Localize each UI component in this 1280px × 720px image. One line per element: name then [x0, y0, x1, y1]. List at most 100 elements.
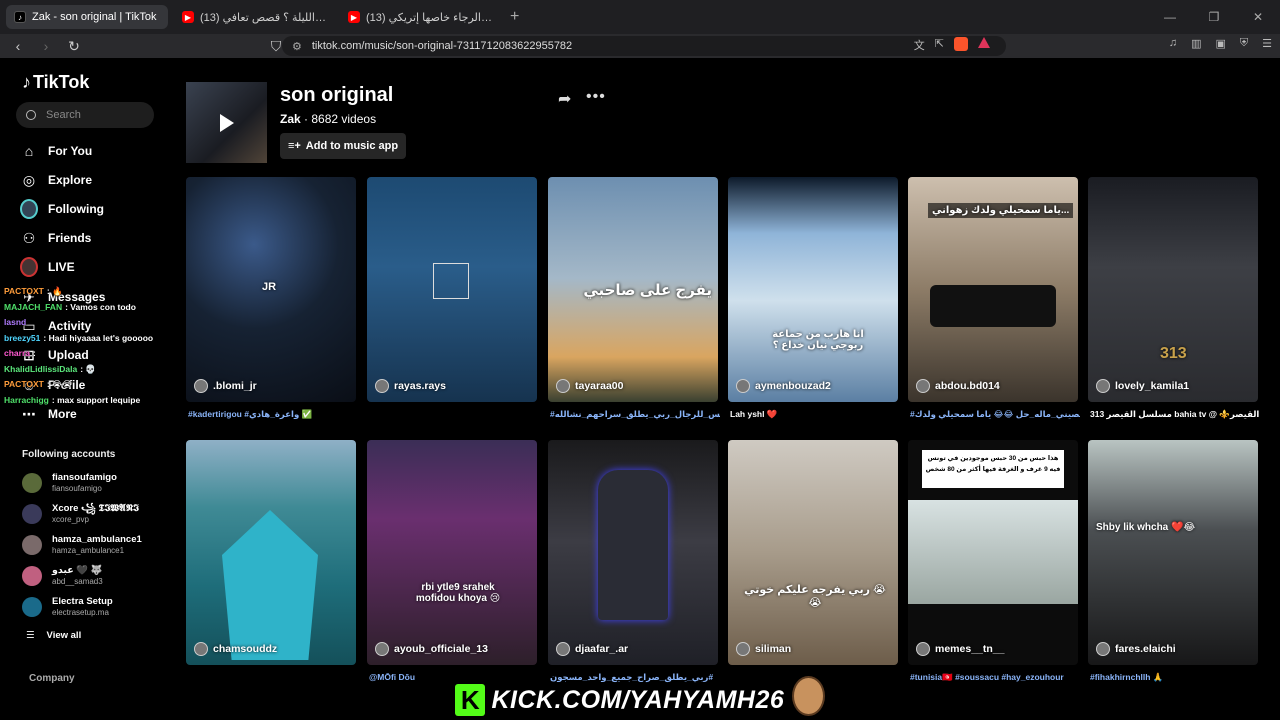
new-tab-button[interactable]: + [510, 8, 519, 26]
share-page-icon[interactable]: ⇱ [935, 37, 944, 53]
address-bar-row: ‹ › ↻ ⛉ ⚙ tiktok.com/music/son-original-… [0, 34, 1280, 58]
video-author[interactable]: rayas.rays [375, 379, 446, 393]
video-overlay-text: Shby lik whcha ❤️😂 [1096, 522, 1196, 533]
url-field[interactable]: ⚙ tiktok.com/music/son-original-73117120… [282, 36, 1006, 56]
video-author[interactable]: memes__tn__ [916, 642, 1004, 656]
video-card[interactable]: ياما سمحيلي ولدك زهواني... abdou.bd014 [908, 177, 1078, 402]
video-author[interactable]: fares.elaichi [1096, 642, 1176, 656]
video-card[interactable]: 313 lovely_kamila1 [1088, 177, 1258, 402]
video-card[interactable]: انا هارب من جماعة ربوجي نيان خداع ؟ ayme… [728, 177, 898, 402]
video-author[interactable]: abdou.bd014 [916, 379, 1000, 393]
video-card[interactable]: rayas.rays [367, 177, 537, 402]
tab-youtube-2[interactable]: ▶ (13) رضوان الحيمر: الرجاء خاصها إتريكي [340, 5, 500, 29]
maximize-button[interactable]: ❐ [1192, 10, 1236, 24]
sidebar-icon[interactable]: ▥ [1191, 37, 1201, 50]
tab-youtube-1[interactable]: ▶ (13) كيفاش تحبس الليلة ؟ قصص تعافي [174, 5, 334, 29]
avatar [22, 504, 42, 524]
tab-tiktok[interactable]: ♪ Zak - son original | TikTok [6, 5, 168, 29]
video-count: 8682 videos [311, 112, 377, 126]
site-settings-icon[interactable]: ⚙ [292, 40, 302, 53]
media-icon[interactable]: ♫ [1169, 37, 1177, 50]
caption-text: #الشعب_الصيني_ماله_حل 😂😂 ياما سمحيلي ولد… [910, 409, 1080, 419]
sidebar-item-following[interactable]: Following [20, 199, 104, 219]
video-author[interactable]: lovely_kamila1 [1096, 379, 1189, 393]
following-account[interactable]: Electra Setup electrasetup.ma [22, 596, 113, 618]
wallet-icon[interactable]: ▣ [1215, 37, 1225, 50]
video-caption[interactable]: #الحبس_للرجال_ربي_يطلق_سراحهم_نشالله ❤️ [550, 409, 720, 420]
video-card[interactable]: Shby lik whcha ❤️😂 fares.elaichi [1088, 440, 1258, 665]
video-author[interactable]: tayaraa00 [556, 379, 623, 393]
caption-hashtag[interactable]: #الحبس_للرجال_ربي_يطلق_سراحهم_نشالله [550, 409, 720, 419]
back-button[interactable]: ‹ [8, 38, 28, 54]
video-caption[interactable]: @MŌfi Dōu [369, 672, 539, 682]
forward-button[interactable]: › [36, 38, 56, 54]
video-author-name: rayas.rays [394, 380, 446, 392]
vpn-icon[interactable]: ⛨ [1240, 37, 1248, 50]
share-icon[interactable]: ➦ [558, 89, 571, 109]
view-all-button[interactable]: ☰ View all [26, 630, 81, 641]
chat-user: MAJACH_FAN [4, 301, 63, 312]
video-card[interactable]: chamsouddz [186, 440, 356, 665]
video-caption[interactable]: #tunisia🇹🇳 #soussacu #hay_ezouhour [910, 672, 1080, 683]
sidebar-item-friends[interactable]: ⚇ Friends [20, 229, 92, 247]
video-author[interactable]: djaafar_.ar [556, 642, 628, 656]
translate-icon[interactable]: 文 [914, 37, 925, 53]
video-card[interactable]: ربي يفرجه عليكم خوتي 😭😭 siliman [728, 440, 898, 665]
sidebar-item-label: Following [48, 202, 104, 216]
caption-text: #واعرة_هادي ✅ [241, 409, 313, 419]
caption-text[interactable]: @MŌfi Dōu [369, 672, 415, 682]
caption-hashtag[interactable]: #tunisia🇹🇳 #soussacu #hay_ezouhour [910, 672, 1064, 682]
brave-rewards-icon[interactable] [978, 37, 990, 48]
following-account[interactable]: Xcore ꧁ 𝕿𝕴𝖂𝕬𝕹𝕴 xcore_pvp [22, 503, 139, 525]
add-to-music-app-button[interactable]: ≡+ Add to music app [280, 133, 406, 159]
following-account[interactable]: hamza_ambulance1 hamza_ambulance1 [22, 534, 142, 556]
video-author-name: ayoub_officiale_13 [394, 643, 488, 655]
url-actions: 文 ⇱ [914, 37, 990, 53]
video-author[interactable]: chamsouddz [194, 642, 277, 656]
sidebar-item-for-you[interactable]: ⌂ For You [20, 142, 92, 160]
tab-title: (13) رضوان الحيمر: الرجاء خاصها إتريكي [366, 11, 492, 24]
close-window-button[interactable]: ✕ [1236, 10, 1280, 24]
video-card[interactable]: يفرج على صاحبي tayaraa00 [548, 177, 718, 402]
video-author-name: siliman [755, 643, 792, 655]
video-caption[interactable]: #fihakhirnchllh 🙏 [1090, 672, 1260, 683]
caption-hashtag[interactable]: #kadertirigou [188, 409, 242, 419]
video-caption[interactable]: #kadertirigou #واعرة_هادي ✅ [188, 409, 358, 420]
caption-text: 🙏 [1152, 672, 1164, 682]
company-link[interactable]: Company [29, 673, 75, 684]
video-card[interactable]: هذا حبس من 30 حبس موجودين في تونس فيه 9 … [908, 440, 1078, 665]
video-overlay-text: انا هارب من جماعة ربوجي نيان خداع ؟ [772, 329, 864, 351]
caption-hashtag[interactable]: #fihakhirnchllh [1090, 672, 1150, 682]
video-caption[interactable]: ربي_يطلق_صراح_جميع_واحد_مسجون# [550, 672, 720, 683]
sidebar-item-explore[interactable]: ◎ Explore [20, 171, 92, 189]
music-author[interactable]: Zak [280, 112, 301, 126]
tiktok-note-icon: ♪ [22, 72, 31, 92]
video-card[interactable]: djaafar_.ar [548, 440, 718, 665]
music-cover[interactable] [186, 82, 267, 163]
following-account[interactable]: عبدو 🖤 🐺 abd__samad3 [22, 565, 103, 587]
video-author[interactable]: ayoub_officiale_13 [375, 642, 488, 656]
video-author[interactable]: .blomi_jr [194, 379, 257, 393]
caption-hashtag[interactable]: ربي_يطلق_صراح_جميع_واحد_مسجون# [550, 672, 713, 682]
search-input[interactable]: Search [16, 102, 154, 128]
more-options-icon[interactable]: ••• [586, 88, 606, 106]
avatar [375, 642, 389, 656]
minimize-button[interactable]: — [1148, 10, 1192, 24]
sidebar-item-live[interactable]: LIVE [20, 257, 75, 277]
video-card[interactable]: rbi ytle9 srahek mofidou khoya 😢 ayoub_o… [367, 440, 537, 665]
sidebar-item-label: More [48, 407, 77, 421]
video-caption[interactable]: #الشعب_الصيني_ماله_حل 😂😂 ياما سمحيلي ولد… [910, 409, 1080, 420]
menu-icon[interactable]: ☰ [1262, 37, 1272, 50]
video-caption[interactable]: Lah yshl ❤️ [730, 409, 900, 420]
chat-msg: : 😭😭 [46, 379, 72, 389]
video-author-name: .blomi_jr [213, 380, 257, 392]
video-author[interactable]: aymenbouzad2 [736, 379, 831, 393]
following-account[interactable]: fiansoufamigo fiansoufamigo [22, 472, 117, 494]
tiktok-logo[interactable]: ♪ TikTok [22, 72, 89, 93]
video-caption[interactable]: 313 مسلسل القيصر bahia tv @ ⚜️القيصر ⚜️ [1090, 409, 1260, 420]
chat-line: PACTOXT: 😭😭 [4, 377, 174, 393]
video-card[interactable]: JR .blomi_jr [186, 177, 356, 402]
reload-button[interactable]: ↻ [64, 38, 84, 55]
brave-shield-icon[interactable] [954, 37, 968, 51]
video-author[interactable]: siliman [736, 642, 791, 656]
